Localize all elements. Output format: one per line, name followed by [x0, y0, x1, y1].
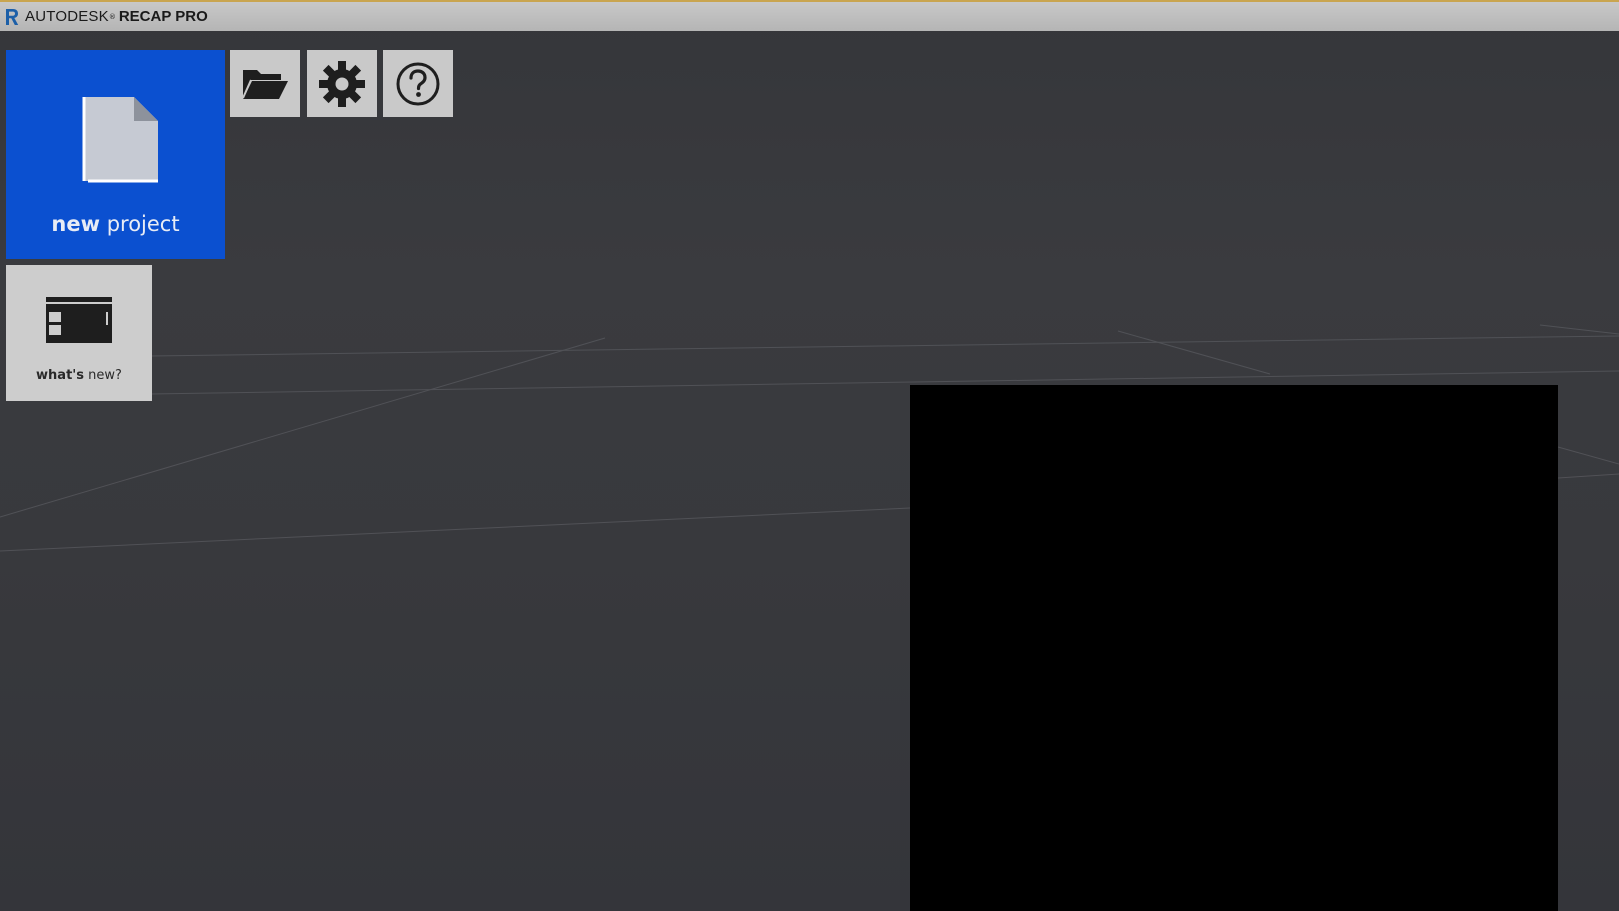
brand-registered-mark: ®: [108, 12, 116, 21]
new-project-button[interactable]: new project: [6, 50, 225, 259]
new-document-icon: [82, 97, 158, 183]
whats-new-button[interactable]: what's new?: [6, 265, 152, 401]
gear-icon: [319, 60, 365, 107]
whats-new-label: what's new?: [6, 368, 152, 383]
whats-new-label-bold: what's: [36, 368, 85, 383]
recap-start-screen: AUTODESK ® RECAP PRO new project what's …: [0, 0, 1619, 911]
whats-new-label-rest: new?: [84, 368, 122, 383]
folder-open-icon: [242, 69, 288, 99]
settings-button[interactable]: [307, 50, 377, 117]
product-name: RECAP PRO: [118, 8, 208, 25]
brand-name: AUTODESK: [25, 8, 109, 25]
new-project-label: new project: [6, 212, 225, 236]
new-project-label-bold: new: [51, 212, 101, 236]
recap-logo-icon: [5, 8, 19, 26]
title-bar: AUTODESK ® RECAP PRO: [0, 0, 1619, 31]
help-button[interactable]: [383, 50, 453, 117]
whats-new-icon: [46, 297, 112, 343]
question-icon: [396, 62, 440, 105]
new-project-label-rest: project: [100, 212, 180, 236]
open-project-button[interactable]: [230, 50, 300, 117]
preview-panel: [910, 385, 1558, 911]
